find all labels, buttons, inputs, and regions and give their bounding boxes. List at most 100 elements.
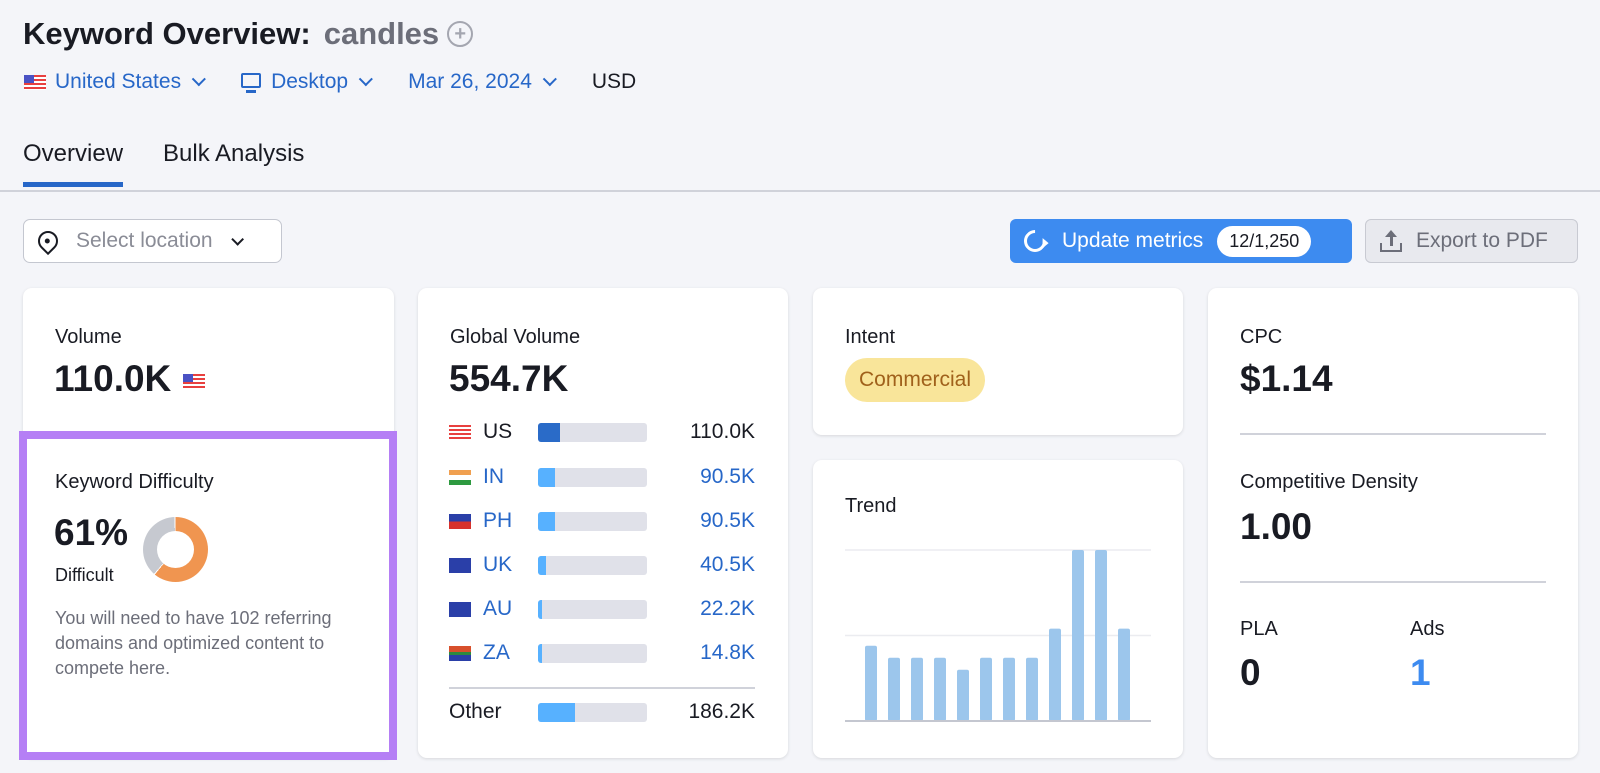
date-label: Mar 26, 2024	[408, 70, 532, 93]
trend-bar[interactable]	[934, 657, 946, 721]
export-label: Export to PDF	[1416, 229, 1548, 252]
trend-bar[interactable]	[1049, 628, 1061, 721]
country-code[interactable]: ZA	[483, 641, 538, 665]
competitive-density-label: Competitive Density	[1240, 471, 1418, 493]
trend-chart	[845, 549, 1151, 722]
cpc-divider	[1240, 433, 1546, 435]
update-metrics-button[interactable]: Update metrics 12/1,250	[1010, 219, 1352, 263]
country-volume[interactable]: 90.5K	[647, 465, 755, 489]
global-volume-value: 554.7K	[449, 358, 569, 399]
country-volume: 110.0K	[690, 420, 755, 443]
filters-bar: United States Desktop Mar 26, 2024 USD	[24, 70, 636, 94]
device-filter[interactable]: Desktop	[241, 70, 374, 94]
intent-label: Intent	[845, 326, 896, 348]
plus-circle-icon[interactable]: +	[447, 21, 474, 47]
update-counter-badge: 12/1,250	[1217, 225, 1312, 257]
chevron-down-icon	[358, 72, 374, 87]
location-placeholder: Select location	[76, 229, 213, 252]
kd-rating: Difficult	[55, 565, 114, 585]
volume-value-row: 110.0K	[54, 358, 214, 400]
tab-overview[interactable]: Overview	[23, 140, 124, 187]
country-code[interactable]: UK	[483, 553, 538, 577]
volume-value: 110.0K	[54, 358, 172, 399]
us-flag-icon	[449, 424, 471, 440]
tab-bar: Overview Bulk Analysis	[0, 140, 1600, 192]
location-select[interactable]: Select location	[23, 219, 282, 263]
volume-label: Volume	[55, 326, 122, 348]
pla-value: 0	[1240, 652, 1261, 693]
ads-value[interactable]: 1	[1410, 652, 1431, 694]
share-bar-fill	[538, 599, 543, 619]
country-volume[interactable]: 90.5K	[647, 509, 755, 533]
global-volume-row: UK 40.5K	[449, 553, 755, 577]
trend-bar[interactable]	[1118, 628, 1130, 721]
global-volume-row: ZA 14.8K	[449, 641, 755, 665]
other-volume: 186.2K	[688, 700, 755, 723]
trend-label: Trend	[845, 495, 897, 517]
kd-donut-chart	[143, 517, 208, 582]
update-label: Update metrics	[1062, 229, 1204, 252]
desktop-icon	[241, 72, 262, 93]
global-volume-row: PH 90.5K	[449, 509, 755, 533]
share-bar	[538, 467, 647, 487]
refresh-icon	[1019, 225, 1051, 257]
country-code: US	[483, 420, 513, 443]
in-flag-icon	[449, 469, 471, 485]
competitive-density-value: 1.00	[1240, 506, 1313, 547]
trend-bar[interactable]	[888, 657, 900, 721]
trend-bar[interactable]	[1072, 550, 1084, 721]
cpc-value: $1.14	[1240, 358, 1333, 399]
share-bar	[538, 422, 647, 442]
ads-label: Ads	[1410, 618, 1445, 640]
trend-bar[interactable]	[1003, 657, 1015, 721]
trend-bar[interactable]	[911, 657, 923, 721]
trend-bar[interactable]	[865, 645, 877, 721]
tab-bulk-analysis[interactable]: Bulk Analysis	[163, 140, 304, 182]
kd-value: 61%	[54, 512, 129, 553]
country-volume[interactable]: 14.8K	[647, 641, 755, 665]
global-volume-label: Global Volume	[450, 326, 581, 348]
country-filter[interactable]: United States	[24, 70, 206, 94]
location-pin-icon	[33, 226, 63, 256]
trend-bar[interactable]	[1026, 657, 1038, 721]
page-title: Keyword Overview: candles +	[23, 16, 474, 52]
share-bar	[538, 511, 647, 531]
device-label: Desktop	[271, 70, 349, 93]
chevron-down-icon	[230, 232, 244, 246]
global-volume-divider	[449, 687, 755, 689]
share-bar	[538, 555, 647, 575]
us-flag-icon	[183, 373, 206, 389]
uk-flag-icon	[449, 557, 471, 573]
global-volume-row: US 110.0K	[449, 420, 755, 444]
chevron-down-icon	[542, 72, 557, 87]
share-bar-fill	[538, 422, 560, 442]
trend-bar[interactable]	[980, 657, 992, 721]
country-volume[interactable]: 40.5K	[647, 553, 755, 577]
country-volume[interactable]: 22.2K	[647, 597, 755, 621]
za-flag-icon	[449, 645, 471, 661]
us-flag-icon	[24, 74, 46, 90]
trend-bar[interactable]	[957, 669, 969, 721]
pla-label: PLA	[1240, 618, 1278, 640]
share-bar-fill	[538, 467, 556, 487]
date-filter[interactable]: Mar 26, 2024	[408, 70, 557, 94]
trend-bar[interactable]	[1095, 550, 1107, 721]
title-prefix: Keyword Overview:	[23, 16, 311, 51]
share-bar-fill	[538, 511, 556, 531]
country-code[interactable]: AU	[483, 597, 538, 621]
share-bar-fill	[538, 702, 576, 722]
upload-icon	[1380, 230, 1402, 252]
au-flag-icon	[449, 601, 471, 617]
global-volume-row: AU 22.2K	[449, 597, 755, 621]
share-bar	[538, 599, 647, 619]
cpc-label: CPC	[1240, 326, 1283, 348]
country-code[interactable]: IN	[483, 465, 538, 489]
country-label: United States	[55, 70, 182, 93]
competitive-density-divider	[1240, 581, 1546, 583]
kd-description: You will need to have 102 referring doma…	[55, 608, 332, 678]
country-code[interactable]: PH	[483, 509, 538, 533]
share-bar	[538, 702, 647, 722]
export-pdf-button[interactable]: Export to PDF	[1365, 219, 1578, 263]
intent-badge: Commercial	[845, 358, 986, 402]
keyword: candles	[323, 16, 440, 51]
